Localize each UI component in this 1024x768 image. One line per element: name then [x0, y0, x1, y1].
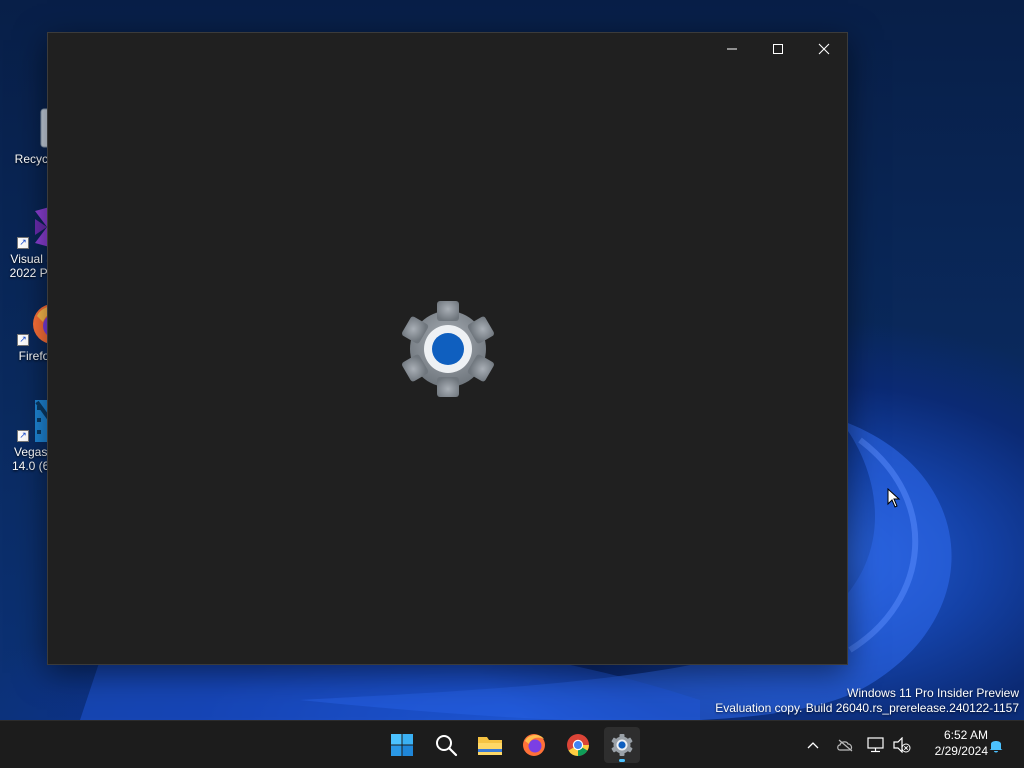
volume-muted-icon [893, 737, 911, 753]
visual-studio-icon: PI ↗ [17, 205, 65, 249]
bell-icon [989, 741, 1003, 753]
close-button[interactable] [801, 33, 847, 65]
minimize-icon [727, 48, 737, 50]
notifications-button[interactable] [984, 733, 1008, 757]
firefox-taskbar-button[interactable] [516, 727, 552, 763]
clock-time: 6:52 AM [943, 728, 988, 742]
shortcut-arrow-icon: ↗ [17, 334, 29, 346]
network-button[interactable] [864, 733, 888, 757]
settings-gear-icon [402, 301, 494, 397]
chevron-up-icon [807, 742, 819, 749]
show-hidden-icons-button[interactable] [801, 733, 825, 757]
search-icon [436, 735, 458, 757]
close-icon [818, 43, 830, 55]
clock-date: 2/29/2024 [934, 744, 988, 758]
settings-icon [611, 734, 633, 756]
vegas-pro-icon: ↗ [17, 398, 65, 442]
clock[interactable]: 6:52 AM 2/29/2024 [918, 727, 988, 759]
start-button[interactable] [384, 727, 420, 763]
settings-window [47, 32, 848, 665]
volume-button[interactable] [890, 733, 914, 757]
firefox-icon: ↗ [17, 302, 73, 346]
taskbar: 6:52 AM 2/29/2024 [0, 720, 1024, 768]
maximize-icon [773, 44, 783, 54]
shortcut-arrow-icon: ↗ [17, 430, 29, 442]
watermark-build: Evaluation copy. Build 26040.rs_prerelea… [715, 701, 1019, 715]
onedrive-button[interactable] [833, 733, 857, 757]
settings-taskbar-button[interactable] [604, 727, 640, 763]
active-app-indicator [619, 759, 625, 762]
minimize-button[interactable] [709, 33, 755, 65]
chrome-taskbar-button[interactable] [560, 727, 596, 763]
evaluation-watermark: Windows 11 Pro Insider Preview Evaluatio… [715, 686, 1019, 716]
file-explorer-button[interactable] [472, 727, 508, 763]
title-bar[interactable] [709, 33, 847, 65]
network-icon [867, 737, 884, 753]
shortcut-arrow-icon: ↗ [17, 237, 29, 249]
chrome-icon [567, 734, 589, 756]
onedrive-icon [837, 739, 853, 752]
mouse-cursor-icon [887, 488, 901, 508]
search-button[interactable] [428, 727, 464, 763]
maximize-button[interactable] [755, 33, 801, 65]
windows-start-icon [391, 734, 413, 756]
file-explorer-icon [478, 737, 502, 755]
watermark-edition: Windows 11 Pro Insider Preview [847, 686, 1019, 700]
firefox-icon [523, 734, 545, 756]
